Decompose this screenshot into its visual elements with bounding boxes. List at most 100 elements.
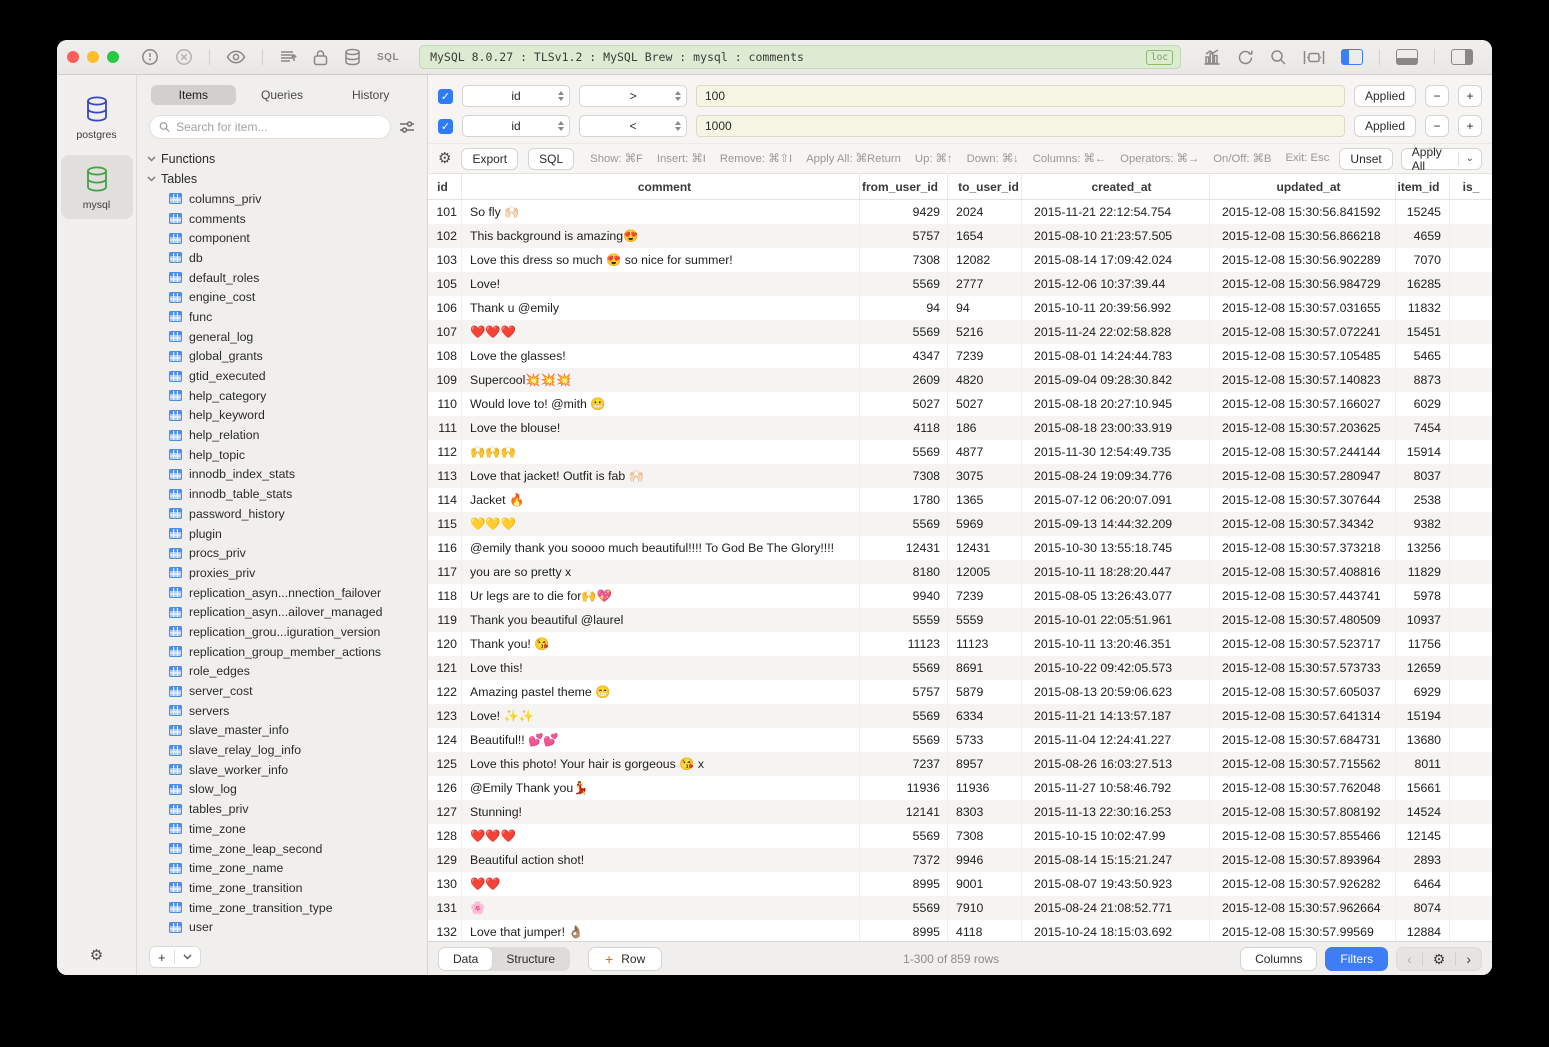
table-cell[interactable]: 111 bbox=[428, 416, 462, 440]
table-cell[interactable]: 2015-08-14 15:15:21.247 bbox=[1022, 848, 1210, 872]
table-cell[interactable] bbox=[1450, 632, 1492, 656]
table-cell[interactable] bbox=[1450, 296, 1492, 320]
table-cell[interactable]: 5978 bbox=[1396, 584, 1450, 608]
table-row[interactable]: 111Love the blouse!41181862015-08-18 23:… bbox=[428, 416, 1492, 440]
table-cell[interactable]: 2015-11-27 10:58:46.792 bbox=[1022, 776, 1210, 800]
chevron-down-icon[interactable] bbox=[175, 954, 200, 960]
table-row[interactable]: 113Love that jacket! Outfit is fab 🙌🏻730… bbox=[428, 464, 1492, 488]
table-row[interactable]: 117you are so pretty x8180120052015-10-1… bbox=[428, 560, 1492, 584]
table-cell[interactable]: 101 bbox=[428, 200, 462, 224]
sidebar-table-item[interactable]: procs_priv bbox=[145, 543, 419, 563]
table-cell[interactable]: Love that jacket! Outfit is fab 🙌🏻 bbox=[462, 464, 860, 488]
table-cell[interactable]: 2015-12-08 15:30:57.105485 bbox=[1210, 344, 1396, 368]
table-cell[interactable]: 2015-12-08 15:30:57.34342 bbox=[1210, 512, 1396, 536]
table-row[interactable]: 127Stunning!1214183032015-11-13 22:30:16… bbox=[428, 800, 1492, 824]
table-cell[interactable]: 5559 bbox=[948, 608, 1022, 632]
sidebar-table-item[interactable]: password_history bbox=[145, 504, 419, 524]
table-cell[interactable]: Love the blouse! bbox=[462, 416, 860, 440]
connect-icon[interactable] bbox=[141, 48, 159, 66]
table-cell[interactable]: 2893 bbox=[1396, 848, 1450, 872]
sidebar-table-item[interactable]: role_edges bbox=[145, 662, 419, 682]
table-cell[interactable]: 15194 bbox=[1396, 704, 1450, 728]
filter-operator-select[interactable]: < bbox=[579, 115, 687, 137]
table-cell[interactable]: 110 bbox=[428, 392, 462, 416]
filter-enabled-checkbox[interactable]: ✓ bbox=[438, 89, 453, 104]
table-cell[interactable]: 7308 bbox=[860, 248, 948, 272]
table-cell[interactable] bbox=[1450, 560, 1492, 584]
columns-button[interactable]: Columns bbox=[1240, 947, 1317, 971]
table-cell[interactable]: 2015-08-05 13:26:43.077 bbox=[1022, 584, 1210, 608]
minimize-window-button[interactable] bbox=[87, 51, 99, 63]
column-header-comment[interactable]: comment bbox=[462, 174, 860, 199]
table-cell[interactable]: 6464 bbox=[1396, 872, 1450, 896]
table-cell[interactable]: 2015-10-24 18:15:03.692 bbox=[1022, 920, 1210, 941]
table-cell[interactable]: 2015-12-08 15:30:57.855466 bbox=[1210, 824, 1396, 848]
table-cell[interactable]: 11123 bbox=[860, 632, 948, 656]
table-cell[interactable]: 2015-08-24 19:09:34.776 bbox=[1022, 464, 1210, 488]
search-icon[interactable] bbox=[1270, 49, 1287, 66]
table-cell[interactable]: 7239 bbox=[948, 584, 1022, 608]
table-cell[interactable]: 7237 bbox=[860, 752, 948, 776]
table-cell[interactable]: 2015-12-08 15:30:57.523717 bbox=[1210, 632, 1396, 656]
sidebar-table-item[interactable]: gtid_executed bbox=[145, 366, 419, 386]
table-cell[interactable]: 11936 bbox=[860, 776, 948, 800]
table-cell[interactable]: 7372 bbox=[860, 848, 948, 872]
table-cell[interactable]: Thank you beautiful @laurel bbox=[462, 608, 860, 632]
table-cell[interactable] bbox=[1450, 728, 1492, 752]
table-cell[interactable]: 116 bbox=[428, 536, 462, 560]
table-cell[interactable]: 5757 bbox=[860, 680, 948, 704]
table-row[interactable]: 102This background is amazing😍5757165420… bbox=[428, 224, 1492, 248]
table-cell[interactable]: 4877 bbox=[948, 440, 1022, 464]
table-row[interactable]: 119Thank you beautiful @laurel5559555920… bbox=[428, 608, 1492, 632]
table-cell[interactable]: 5569 bbox=[860, 728, 948, 752]
table-row[interactable]: 109Supercool💥💥💥260948202015-09-04 09:28:… bbox=[428, 368, 1492, 392]
table-cell[interactable]: 120 bbox=[428, 632, 462, 656]
sidebar-table-item[interactable]: columns_priv bbox=[145, 189, 419, 209]
table-cell[interactable]: Thank you! 😘 bbox=[462, 632, 860, 656]
table-cell[interactable]: 9001 bbox=[948, 872, 1022, 896]
sidebar-table-item[interactable]: help_category bbox=[145, 386, 419, 406]
sidebar-table-item[interactable]: time_zone bbox=[145, 819, 419, 839]
zoom-window-button[interactable] bbox=[107, 51, 119, 63]
table-cell[interactable]: 2015-11-24 22:02:58.828 bbox=[1022, 320, 1210, 344]
table-cell[interactable]: 103 bbox=[428, 248, 462, 272]
tab-queries[interactable]: Queries bbox=[240, 85, 325, 105]
table-cell[interactable]: 5559 bbox=[860, 608, 948, 632]
table-cell[interactable]: 2015-10-22 09:42:05.573 bbox=[1022, 656, 1210, 680]
sidebar-search[interactable] bbox=[149, 115, 391, 139]
table-cell[interactable]: 5569 bbox=[860, 512, 948, 536]
table-cell[interactable]: 7308 bbox=[948, 824, 1022, 848]
table-row[interactable]: 131🌸556979102015-08-24 21:08:52.7712015-… bbox=[428, 896, 1492, 920]
section-functions[interactable]: Functions bbox=[145, 149, 419, 169]
table-cell[interactable]: 2015-12-08 15:30:57.031655 bbox=[1210, 296, 1396, 320]
table-cell[interactable]: 2015-12-08 15:30:57.373218 bbox=[1210, 536, 1396, 560]
table-cell[interactable]: 8180 bbox=[860, 560, 948, 584]
table-cell[interactable]: 2015-08-13 20:59:06.623 bbox=[1022, 680, 1210, 704]
structure-tab[interactable]: Structure bbox=[492, 948, 569, 970]
prev-page-icon[interactable]: ‹ bbox=[1397, 951, 1422, 967]
table-cell[interactable]: 2015-10-30 13:55:18.745 bbox=[1022, 536, 1210, 560]
filter-column-select[interactable]: id bbox=[462, 85, 570, 107]
filter-settings-gear-icon[interactable]: ⚙ bbox=[438, 151, 451, 166]
table-cell[interactable]: 12659 bbox=[1396, 656, 1450, 680]
data-tab[interactable]: Data bbox=[439, 948, 492, 970]
sidebar-table-item[interactable]: innodb_table_stats bbox=[145, 484, 419, 504]
table-cell[interactable]: 12141 bbox=[860, 800, 948, 824]
sidebar-table-item[interactable]: innodb_index_stats bbox=[145, 465, 419, 485]
table-cell[interactable]: 7910 bbox=[948, 896, 1022, 920]
table-cell[interactable] bbox=[1450, 848, 1492, 872]
table-cell[interactable]: 117 bbox=[428, 560, 462, 584]
refresh-icon[interactable] bbox=[1237, 49, 1254, 66]
table-cell[interactable]: 2015-11-21 22:12:54.754 bbox=[1022, 200, 1210, 224]
table-row[interactable]: 130❤️❤️899590012015-08-07 19:43:50.92320… bbox=[428, 872, 1492, 896]
table-cell[interactable]: ❤️❤️❤️ bbox=[462, 824, 860, 848]
table-row[interactable]: 108Love the glasses!434772392015-08-01 1… bbox=[428, 344, 1492, 368]
table-cell[interactable]: 2015-12-08 15:30:57.762048 bbox=[1210, 776, 1396, 800]
preview-eye-icon[interactable] bbox=[226, 50, 246, 64]
table-cell[interactable]: 2015-12-08 15:30:57.715562 bbox=[1210, 752, 1396, 776]
table-cell[interactable]: This background is amazing😍 bbox=[462, 224, 860, 248]
table-cell[interactable]: Amazing pastel theme 😁 bbox=[462, 680, 860, 704]
table-cell[interactable]: 7454 bbox=[1396, 416, 1450, 440]
table-cell[interactable] bbox=[1450, 488, 1492, 512]
search-input[interactable] bbox=[176, 120, 381, 134]
